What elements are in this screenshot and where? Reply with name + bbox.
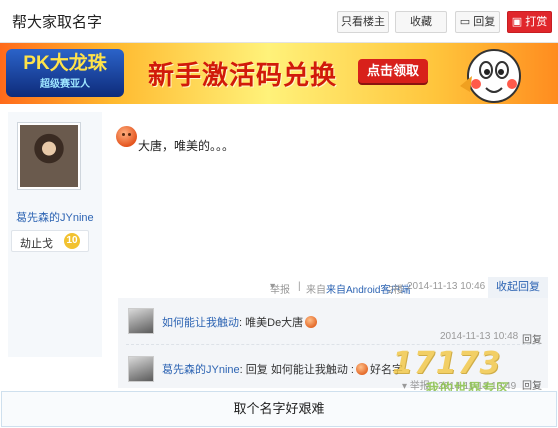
reward-button[interactable]: ▣ 打赏 xyxy=(507,11,552,33)
favorite-button[interactable]: 收藏 xyxy=(395,11,447,33)
reply-avatar[interactable] xyxy=(128,308,154,334)
reply-item: 如何能让我触动: 唯美De大唐 xyxy=(162,314,319,330)
reply-divider xyxy=(126,344,540,345)
report-link-label: 举报 xyxy=(270,285,290,296)
reply-input-bar[interactable]: 取个名字好艰难 xyxy=(1,391,557,427)
user-badge[interactable]: 劫止戈 10 xyxy=(11,230,89,252)
gift-icon: ▣ xyxy=(511,16,523,29)
avatar-image xyxy=(20,125,78,187)
reply-time: 2014-11-13 10:48 xyxy=(440,331,519,342)
report-link[interactable]: 举报 ▾ xyxy=(270,281,290,296)
banner-headline: 新手激活码兑换 xyxy=(148,61,338,91)
reply-content: 唯美De大唐 xyxy=(245,317,304,329)
emoji-icon xyxy=(305,316,318,328)
watermark-logo: 17173 xyxy=(392,346,502,381)
thread-title: 帮大家取名字 xyxy=(12,14,103,31)
post-content: 大唐，唯美的。。。 xyxy=(138,139,235,153)
poster-username[interactable]: 葛先森的JYnine xyxy=(16,209,94,225)
reply-avatar[interactable] xyxy=(128,356,154,382)
cartoon-character-icon xyxy=(460,49,521,103)
post-time: 2014-11-13 10:46 xyxy=(407,281,486,292)
reply-button-label: 回复 xyxy=(473,16,496,28)
emoji-icon xyxy=(116,126,137,147)
reply-prefix: 回复 xyxy=(245,364,268,376)
floor-number: 2楼 xyxy=(388,285,404,296)
thread-header: 帮大家取名字 只看楼主 收藏 ▭ 回复 ▣ 打赏 xyxy=(0,0,558,43)
reply-username[interactable]: 如何能让我触动 xyxy=(162,317,239,329)
fold-reply-button[interactable]: 收起回复 xyxy=(488,277,548,298)
comment-icon: ▭ xyxy=(459,16,471,29)
reply-input-text: 取个名字好艰难 xyxy=(233,401,325,416)
source-label: 来自 来自Android客户端 xyxy=(306,281,410,296)
emoji-icon xyxy=(355,363,368,375)
post-tail: 举报 ▾ | 来自 来自Android客户端 2楼 2014-11-13 10:4… xyxy=(110,281,548,296)
reply-mention[interactable]: 如何能让我触动 xyxy=(271,364,348,376)
site-watermark: 17173 我的世界专区 xyxy=(392,346,554,397)
reply-item: 葛先森的JYnine: 回复 如何能让我触动 : 好名字 xyxy=(162,363,403,376)
avatar[interactable] xyxy=(17,122,81,190)
level-icon: 10 xyxy=(64,233,80,249)
only-op-button[interactable]: 只看楼主 xyxy=(337,11,389,33)
game-logo: PK大龙珠 超级赛亚人 xyxy=(6,49,124,97)
badge-label: 劫止戈 xyxy=(20,238,53,250)
game-logo-subtext: 超级赛亚人 xyxy=(40,79,90,90)
game-logo-text: PK大龙珠 xyxy=(23,53,107,74)
promo-banner[interactable]: PK大龙珠 超级赛亚人 新手激活码兑换 点击领取 xyxy=(0,43,558,104)
tail-separator: | xyxy=(298,281,301,292)
reply-button[interactable]: ▭ 回复 xyxy=(455,11,500,33)
reward-button-label: 打赏 xyxy=(525,16,548,28)
banner-cta-button[interactable]: 点击领取 xyxy=(358,59,428,83)
reply-username[interactable]: 葛先森的JYnine xyxy=(162,364,240,376)
